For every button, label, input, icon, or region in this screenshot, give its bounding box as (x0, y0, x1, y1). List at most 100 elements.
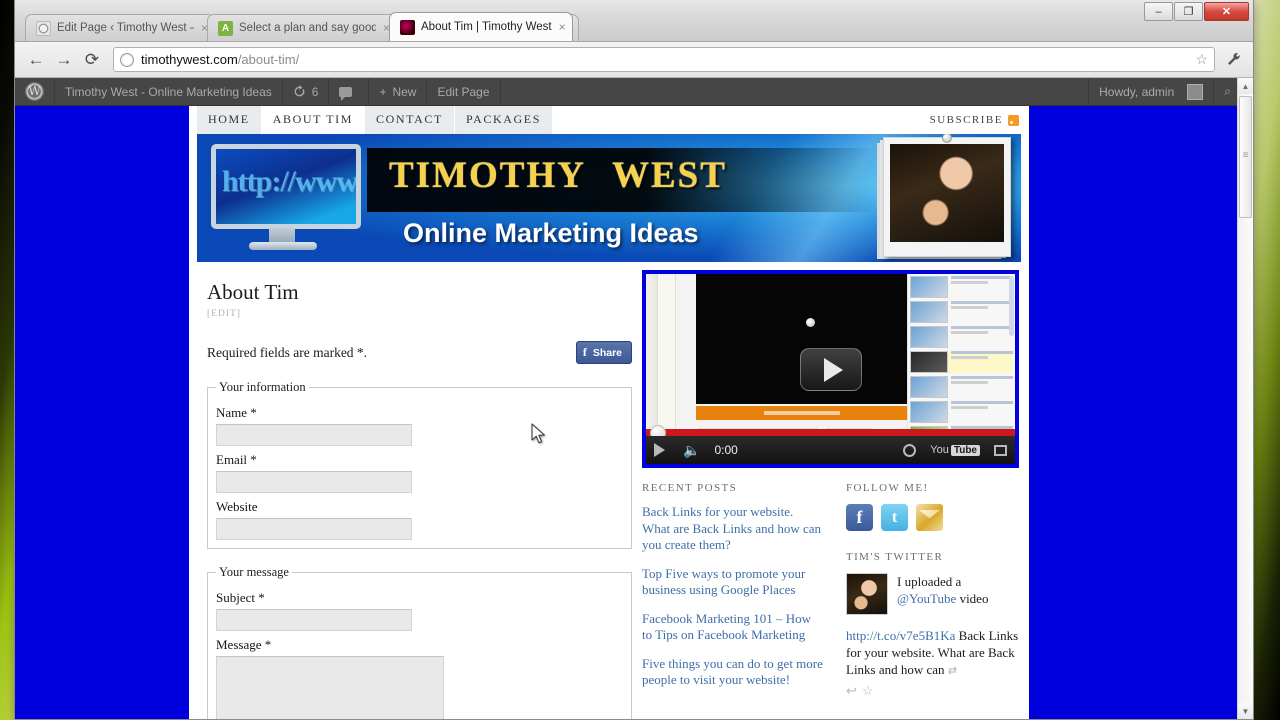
admin-bar-comments[interactable] (329, 78, 370, 106)
minimize-button[interactable]: – (1144, 2, 1173, 21)
admin-bar-edit-page[interactable]: Edit Page (427, 78, 501, 106)
recent-posts-widget: Recent Posts Back Links for your website… (642, 482, 838, 701)
recent-post-link[interactable]: Facebook Marketing 101 – How to Tips on … (642, 611, 824, 644)
chrome-browser-window: Edit Page ‹ Timothy West — × A Select a … (14, 0, 1254, 720)
admin-bar-howdy[interactable]: Howdy, admin (1088, 78, 1213, 106)
recent-post-link[interactable]: Top Five ways to promote your business u… (642, 566, 824, 599)
label-name: Name * (216, 405, 257, 420)
browser-tab-1[interactable]: Edit Page ‹ Timothy West — × (25, 14, 215, 41)
wordpress-favicon-icon (36, 20, 51, 36)
address-bar[interactable]: timothywest.com/about-tim/ ☆ (113, 47, 1215, 72)
facebook-icon[interactable]: f (846, 504, 873, 531)
play-button-overlay-icon[interactable] (799, 348, 862, 391)
url-path: /about-tim/ (237, 52, 300, 67)
bookmark-star-icon[interactable]: ☆ (1195, 51, 1208, 68)
nav-item-home[interactable]: Home (197, 106, 261, 134)
close-window-button[interactable]: ✕ (1204, 2, 1249, 21)
facebook-share-button[interactable]: f Share (575, 341, 632, 364)
fieldset-legend: Your information (219, 380, 306, 394)
video-time: 0:00 (714, 443, 738, 457)
tweet-mention[interactable]: @YouTube (897, 591, 956, 606)
yt-related-item (910, 326, 1013, 348)
browser-tab-2[interactable]: A Select a plan and say goodb × (207, 14, 397, 41)
tab-close-icon[interactable]: × (559, 21, 566, 33)
label-email: Email * (216, 452, 257, 467)
plus-icon: + (379, 84, 387, 99)
label-message: Message * (216, 637, 272, 652)
forward-button[interactable]: → (51, 47, 77, 73)
nav-item-contact[interactable]: Contact (365, 106, 454, 134)
twitter-icon[interactable]: t (881, 504, 908, 531)
subscribe-link[interactable]: Subscribe (930, 114, 1019, 126)
youtube-video-embed[interactable]: 🔈 0:00 You Tube (642, 270, 1019, 468)
page-scrollbar[interactable]: ▲ ▼ (1237, 78, 1253, 719)
page-viewport: W Timothy West - Online Marketing Ideas … (15, 78, 1253, 719)
yt-inner-scrollbar (1009, 276, 1014, 336)
rss-icon (1008, 114, 1019, 126)
wordpress-logo-icon: W (25, 82, 44, 101)
scrollbar-thumb[interactable] (1239, 96, 1252, 218)
follow-and-twitter-widgets: Follow Me! f t Tim's Twitter I uploaded … (838, 482, 1021, 701)
video-progress-bar[interactable] (646, 429, 1015, 436)
main-column: About Tim [Edit] Required fields are mar… (197, 262, 642, 719)
tweet-body: http://t.co/v7e5B1Ka Back Links for your… (846, 627, 1021, 680)
watch-later-clock-icon[interactable] (903, 443, 917, 457)
tweet-link[interactable]: http://t.co/v7e5B1Ka (846, 628, 955, 643)
scrollbar-up-arrow[interactable]: ▲ (1237, 78, 1253, 94)
nav-item-packages[interactable]: Packages (454, 106, 552, 134)
comment-bubble-icon (339, 86, 353, 101)
edit-page-label: Edit Page (437, 84, 490, 99)
video-control-bar: 🔈 0:00 You Tube (646, 436, 1015, 464)
retweet-icon[interactable]: ⇄ (948, 665, 957, 677)
video-right-controls: You Tube (903, 443, 1007, 457)
maximize-button[interactable]: ❐ (1174, 2, 1203, 21)
page-info-icon (120, 52, 134, 67)
reply-icon[interactable]: ↩ (846, 683, 862, 698)
site-navigation: Home About Tim Contact Packages Subscrib… (189, 106, 1029, 134)
tab-list: Edit Page ‹ Timothy West — × A Select a … (25, 12, 579, 41)
avatar (1187, 83, 1204, 100)
banner-title-first: TIMOTHY (389, 155, 586, 196)
website-input[interactable] (216, 518, 412, 540)
scrollbar-down-arrow[interactable]: ▼ (1238, 703, 1253, 719)
admin-bar-wp-logo[interactable]: W (15, 78, 55, 106)
website-container: Home About Tim Contact Packages Subscrib… (189, 106, 1029, 719)
edit-page-link[interactable]: [Edit] (207, 309, 632, 319)
reload-button[interactable]: ⟳ (79, 47, 105, 73)
new-label: New (392, 84, 417, 99)
message-textarea[interactable] (216, 656, 444, 719)
portrait-photo (883, 134, 1011, 257)
tab-title: About Tim | Timothy West (421, 21, 552, 33)
tab-title: Edit Page ‹ Timothy West — (57, 22, 194, 34)
yt-related-item (910, 401, 1013, 423)
recent-posts-title: Recent Posts (642, 482, 738, 494)
favorite-star-icon[interactable]: ☆ (862, 683, 879, 698)
volume-icon[interactable]: 🔈 (683, 442, 700, 459)
admin-bar-new[interactable]: + New (369, 78, 428, 106)
admin-bar-updates[interactable]: 6 (283, 78, 330, 106)
fullscreen-icon[interactable] (994, 444, 1007, 456)
search-icon: ⌕ (1224, 84, 1231, 98)
youtube-logo-icon[interactable]: You Tube (930, 444, 980, 456)
yt-tube: Tube (950, 444, 980, 456)
recent-post-link[interactable]: Five things you can do to get more peopl… (642, 656, 824, 689)
wrench-menu-icon[interactable] (1221, 48, 1245, 72)
email-icon[interactable] (916, 504, 943, 531)
recent-post-link[interactable]: Back Links for your website. What are Ba… (642, 504, 824, 554)
subject-input[interactable] (216, 609, 412, 631)
back-button[interactable]: ← (23, 47, 49, 73)
play-icon[interactable] (654, 443, 665, 457)
mouse-cursor (531, 423, 545, 444)
admin-bar-site-name[interactable]: Timothy West - Online Marketing Ideas (55, 78, 283, 106)
name-input[interactable] (216, 424, 412, 446)
yt-related-item-highlighted (910, 351, 1013, 373)
yt-moon-speck (805, 318, 815, 327)
monitor-base (249, 242, 317, 250)
window-controls: – ❐ ✕ (1143, 2, 1249, 21)
email-input[interactable] (216, 471, 412, 493)
url-text: timothywest.com/about-tim/ (141, 52, 299, 67)
nav-item-about-tim[interactable]: About Tim (261, 106, 365, 134)
browser-tab-3-active[interactable]: About Tim | Timothy West × (389, 12, 573, 41)
site-header-banner: http://www TIMOTHY WEST Online Marketing … (197, 134, 1021, 262)
yt-related-item (910, 301, 1013, 323)
